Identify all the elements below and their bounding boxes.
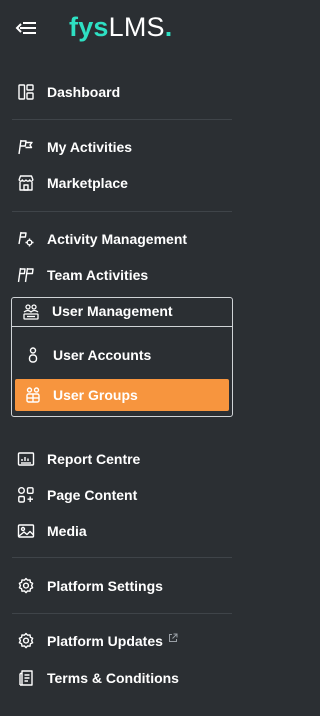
divider <box>12 119 232 120</box>
flags-icon <box>17 266 35 284</box>
logo-dot: . <box>164 12 173 42</box>
logo-fys: fys <box>69 12 109 42</box>
collapse-sidebar-button[interactable] <box>12 17 40 39</box>
nav-item-terms-conditions[interactable]: Terms & Conditions <box>0 660 250 696</box>
nav-label-platform-settings: Platform Settings <box>47 578 163 594</box>
page-content-icon <box>17 486 35 504</box>
nav-item-marketplace[interactable]: Marketplace <box>0 165 250 201</box>
nav-item-my-activities[interactable]: My Activities <box>0 129 250 165</box>
nav-item-report-centre[interactable]: Report Centre <box>0 441 250 477</box>
activity-tools-icon <box>17 230 35 248</box>
nav-item-team-activities[interactable]: Team Activities <box>0 257 250 293</box>
nav-label-report-centre: Report Centre <box>47 451 141 467</box>
document-icon <box>17 669 35 687</box>
dashboard-icon <box>17 83 35 101</box>
image-icon <box>17 522 35 540</box>
nav-label-user-accounts: User Accounts <box>53 347 152 363</box>
gear-icon <box>17 632 35 650</box>
nav-label-page-content: Page Content <box>47 487 138 503</box>
nav-label-marketplace: Marketplace <box>47 175 128 191</box>
user-groups-icon <box>24 386 42 404</box>
gear-icon <box>17 577 35 595</box>
nav-item-activity-management[interactable]: Activity Management <box>0 221 250 257</box>
nav-label-activity-management: Activity Management <box>47 231 188 247</box>
divider <box>12 211 232 212</box>
flag-icon <box>17 138 35 156</box>
nav-label-terms-conditions: Terms & Conditions <box>47 670 179 686</box>
nav-label-dashboard: Dashboard <box>47 84 121 100</box>
nav-label-team-activities: Team Activities <box>47 267 149 283</box>
nav-item-user-accounts[interactable]: User Accounts <box>15 339 229 371</box>
nav-label-my-activities: My Activities <box>47 139 133 155</box>
nav-item-dashboard[interactable]: Dashboard <box>0 74 250 110</box>
collapse-sidebar-icon <box>15 20 37 36</box>
external-link-icon <box>168 633 178 643</box>
divider <box>12 557 232 558</box>
store-icon <box>17 174 35 192</box>
app-logo[interactable]: fysLMS. <box>69 10 172 44</box>
nav-item-platform-updates[interactable]: Platform Updates <box>0 623 250 659</box>
nav-item-platform-settings[interactable]: Platform Settings <box>0 568 250 604</box>
nav-item-media[interactable]: Media <box>0 513 250 549</box>
nav-item-page-content[interactable]: Page Content <box>0 477 250 513</box>
nav-item-user-management[interactable]: User Management <box>11 297 233 327</box>
platform-updates-text: Platform Updates <box>47 633 163 649</box>
user-icon <box>24 346 42 364</box>
report-icon <box>17 450 35 468</box>
divider <box>12 613 232 614</box>
sidebar-header: fysLMS. <box>0 0 250 56</box>
nav-label-user-management: User Management <box>52 303 173 319</box>
nav-label-media: Media <box>47 523 87 539</box>
logo-lms: LMS <box>108 12 165 42</box>
nav-label-platform-updates: Platform Updates <box>47 633 178 649</box>
users-list-icon <box>22 303 40 321</box>
nav-item-user-groups[interactable]: User Groups <box>15 379 229 411</box>
nav-label-user-groups: User Groups <box>53 387 138 403</box>
